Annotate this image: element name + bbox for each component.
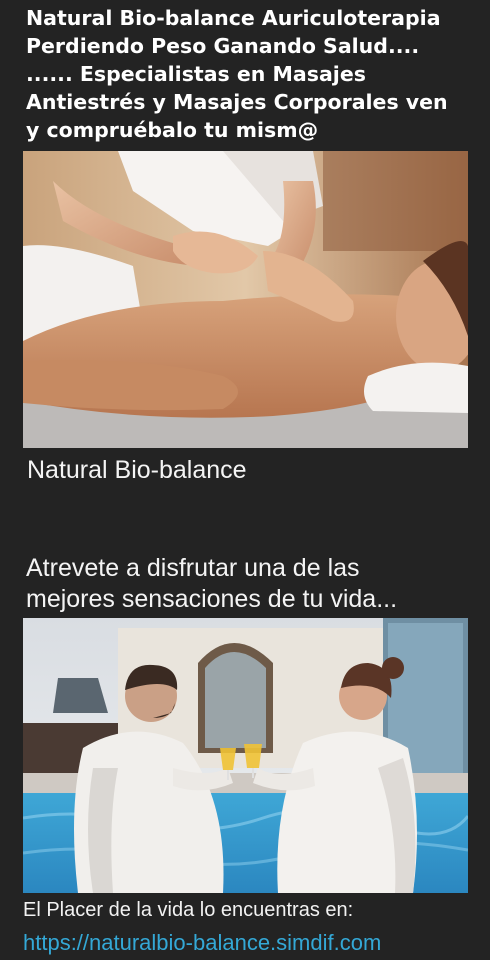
pool-photo: [23, 618, 468, 893]
subheading: Atrevete a disfrutar una de las mejores …: [26, 554, 398, 613]
page: Natural Bio-balance Auriculoterapia Perd…: [0, 0, 490, 960]
pool-toast-photo-icon: [23, 618, 468, 893]
page-headline: Natural Bio-balance Auriculoterapia Perd…: [26, 6, 448, 142]
caption-natural-bio-balance: Natural Bio-balance: [27, 456, 247, 484]
website-link[interactable]: https://naturalbio-balance.simdif.com: [23, 929, 381, 957]
massage-photo-icon: [23, 151, 468, 448]
footer-text: El Placer de la vida lo encuentras en:: [23, 899, 354, 921]
massage-photo: [23, 151, 468, 448]
